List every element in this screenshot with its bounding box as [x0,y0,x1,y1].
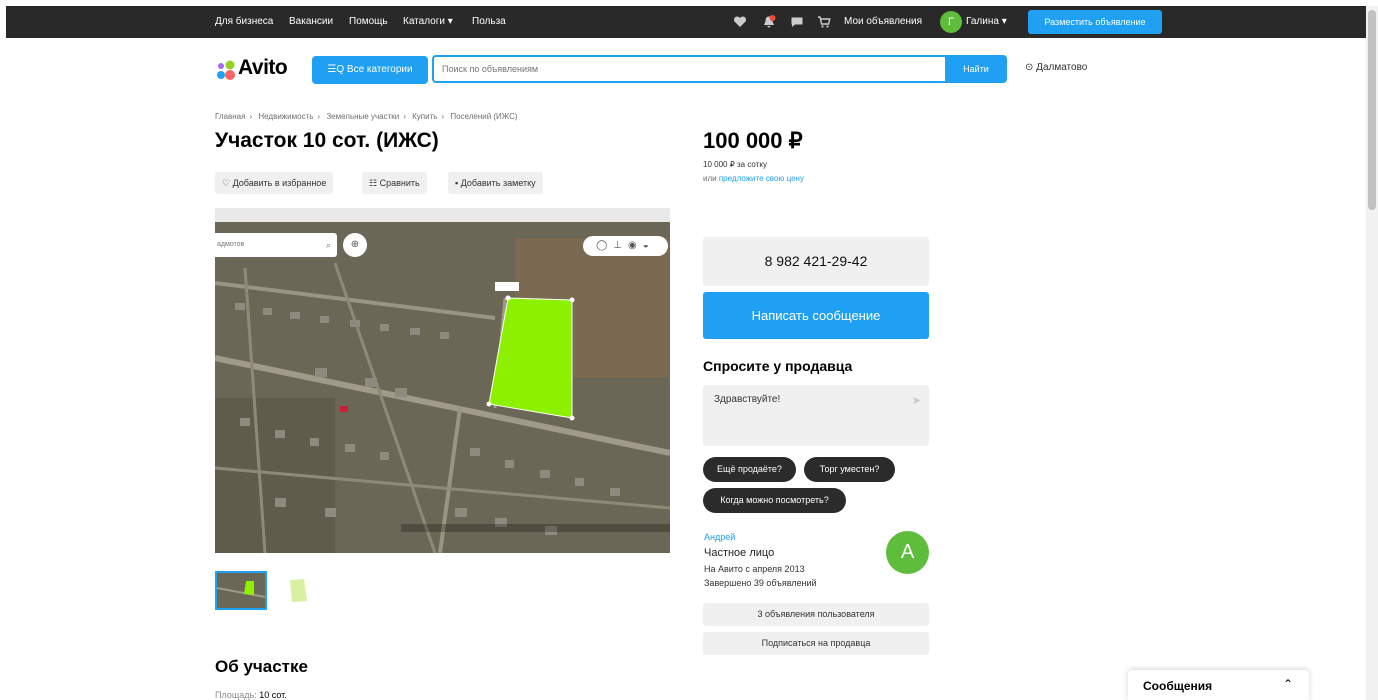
breadcrumb-item[interactable]: Земельные участки [326,112,399,121]
seller-since: На Авито с апреля 2013 [704,564,805,574]
messages-panel[interactable]: Сообщения ⌃ [1128,670,1309,700]
thumbnail-image [290,579,307,602]
add-to-favorites-button[interactable]: ♡ Добавить в избранное [215,172,334,194]
place-ad-button[interactable]: Разместить объявление [1028,10,1162,34]
topbar-link-business[interactable]: Для бизнеса [215,6,273,38]
user-ads-button[interactable]: 3 объявления пользователя [703,603,929,626]
area-param: Площадь: 10 сот. [215,690,287,700]
location-selector[interactable]: ⊙ Далматово [1025,62,1087,73]
page-title: Участок 10 сот. (ИЖС) [215,129,439,152]
avito-logo-dots-icon [217,60,235,80]
search-bar: Найти [432,55,1007,83]
ask-seller-input[interactable]: Здравствуйте! ➤ [703,385,929,446]
gallery-thumbnail-1[interactable] [215,571,267,610]
page-scrollbar[interactable] [1366,6,1378,700]
my-ads-link[interactable]: Мои объявления [844,6,922,38]
user-avatar[interactable]: Г [940,11,962,33]
topbar-link-benefit[interactable]: Польза [472,6,506,38]
subscribe-seller-button[interactable]: Подписаться на продавца [703,632,929,655]
topbar-link-vacancies[interactable]: Вакансии [289,6,333,38]
about-section-heading: Об участке [215,657,308,676]
menu-search-icon: ☰Q [327,64,345,75]
add-note-button[interactable]: ▪ Добавить заметку [448,172,543,194]
top-bar: Для бизнеса Вакансии Помощь Каталоги ▾ П… [6,6,1366,38]
show-phone-button[interactable]: 8 982 421-29-42 [703,237,929,286]
send-icon[interactable]: ➤ [912,394,921,407]
thumbnail-image [217,573,265,608]
map-tools-toolbar[interactable]: ◯⊥◉◒ [583,236,668,256]
map-search-field[interactable]: адмотов ⌕ [215,233,337,257]
chevron-up-icon[interactable]: ⌃ [1283,677,1293,691]
breadcrumb-item[interactable]: Купить [412,112,437,121]
map-locate-icon[interactable]: ⊕ [343,233,367,257]
map-attribution [401,524,670,532]
heart-outline-icon: ♡ [222,178,231,188]
compare-icon: ☷ [369,178,378,188]
user-menu[interactable]: Галина ▾ [966,6,1007,38]
write-message-button[interactable]: Написать сообщение [703,292,929,339]
search-icon: ⌕ [325,240,331,250]
topbar-link-help[interactable]: Помощь [349,6,388,38]
seller-name-link[interactable]: Андрей [704,532,735,542]
search-input[interactable] [434,57,943,81]
quick-reply-bargain[interactable]: Торг уместен? [804,457,895,482]
location-pin-icon: ⊙ [1025,62,1034,73]
chat-icon[interactable] [790,15,804,29]
messages-panel-label: Сообщения [1143,679,1213,693]
cart-icon[interactable] [817,15,831,29]
price-per-sotka: 10 000 ₽ за сотку [703,160,767,169]
seller-avatar[interactable]: А [886,531,929,574]
map-tools-icons: ◯⊥◉◒ [596,240,655,251]
gallery-thumbnail-2[interactable] [274,571,326,610]
offer-price-link[interactable]: предложите свою цену [719,174,804,183]
quick-reply-still-selling[interactable]: Ещё продаёте? [703,457,796,482]
bell-icon[interactable] [762,15,776,29]
logo-text: Avito [238,56,288,79]
offer-price-line: или предложите свою цену [703,174,804,183]
ask-seller-text: Здравствуйте! [714,394,781,405]
satellite-map-image [215,208,670,553]
topbar-link-catalogs[interactable]: Каталоги ▾ [403,6,453,38]
breadcrumb-item[interactable]: Недвижимость [258,112,313,121]
heart-icon[interactable] [733,15,747,29]
breadcrumb-item[interactable]: Поселений (ИЖС) [450,112,517,121]
note-icon: ▪ [455,178,459,188]
search-button[interactable]: Найти [945,55,1007,83]
breadcrumb: Главная › Недвижимость › Земельные участки… [215,112,518,121]
seller-completed-ads: Завершено 39 объявлений [704,578,817,588]
seller-type: Частное лицо [704,547,775,559]
ask-seller-heading: Спросите у продавца [703,358,853,374]
price: 100 000 ₽ [703,128,803,153]
compare-button[interactable]: ☷ Сравнить [362,172,427,194]
all-categories-button[interactable]: ☰Q Все категории [312,56,428,84]
breadcrumb-item[interactable]: Главная [215,112,245,121]
photo-gallery-main[interactable]: адмотов ⌕ ⊕ ◯⊥◉◒ [215,208,670,553]
scrollbar-thumb[interactable] [1368,10,1376,210]
quick-reply-when-view[interactable]: Когда можно посмотреть? [703,488,846,513]
